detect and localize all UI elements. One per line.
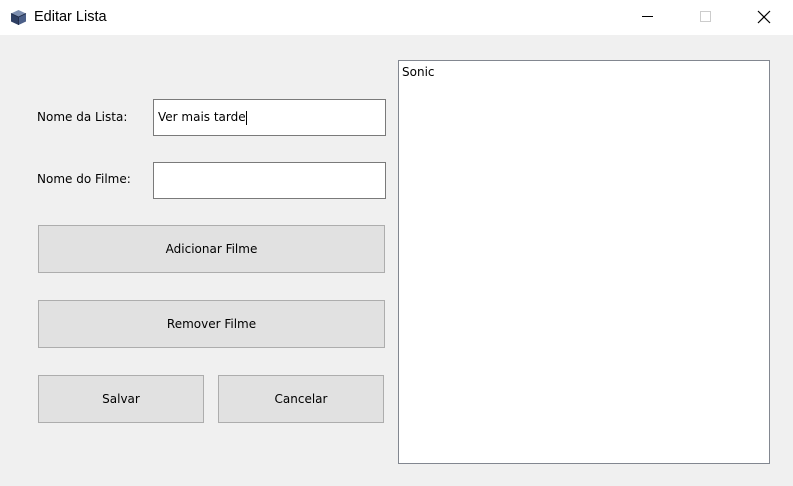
app-cube-icon (10, 9, 27, 26)
close-icon (757, 10, 771, 24)
add-movie-button[interactable]: Adicionar Filme (38, 225, 385, 273)
title-bar: Editar Lista (0, 0, 793, 35)
remove-movie-label: Remover Filme (166, 317, 257, 331)
window-title: Editar Lista (34, 9, 107, 25)
remove-movie-button[interactable]: Remover Filme (38, 300, 385, 348)
movie-list[interactable]: Sonic (398, 60, 770, 464)
minimize-button[interactable] (618, 0, 676, 35)
cancel-label: Cancelar (274, 392, 328, 406)
movie-name-input[interactable] (153, 162, 386, 199)
save-label: Salvar (102, 392, 140, 406)
list-item[interactable]: Sonic (399, 61, 769, 80)
movie-name-label: Nome do Filme: (37, 172, 131, 186)
list-name-value: Ver mais tarde (158, 110, 246, 124)
list-name-input[interactable]: Ver mais tarde (153, 99, 386, 136)
minimize-icon (642, 16, 653, 17)
list-name-label: Nome da Lista: (37, 110, 128, 124)
save-button[interactable]: Salvar (38, 375, 204, 423)
text-caret (245, 110, 247, 125)
cancel-button[interactable]: Cancelar (218, 375, 384, 423)
close-button[interactable] (735, 0, 793, 35)
maximize-button[interactable] (676, 0, 734, 35)
add-movie-label: Adicionar Filme (165, 242, 258, 256)
maximize-icon (700, 11, 711, 22)
